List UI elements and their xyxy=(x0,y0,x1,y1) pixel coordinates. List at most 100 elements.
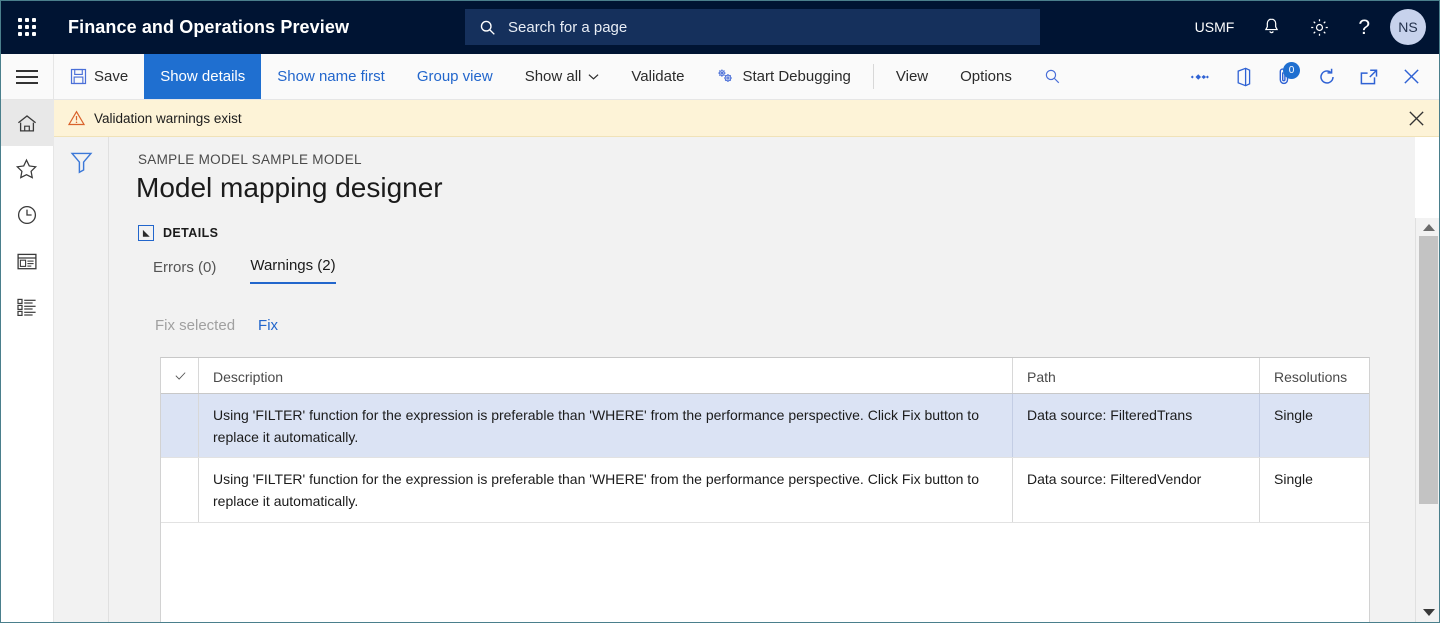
scroll-up-arrow[interactable] xyxy=(1416,218,1440,236)
chevron-down-icon xyxy=(588,73,599,80)
rail-item-workspaces[interactable] xyxy=(0,238,54,284)
vertical-scrollbar[interactable] xyxy=(1415,218,1440,623)
modules-list-icon xyxy=(16,298,36,316)
recent-clock-icon xyxy=(17,205,36,225)
save-button-label: Save xyxy=(94,68,129,85)
command-bar-right-icons: 0 xyxy=(1180,54,1440,99)
command-bar: Save Show details Show name first Group … xyxy=(0,54,1440,100)
rail-item-favorites[interactable] xyxy=(0,146,54,192)
search-icon xyxy=(1045,69,1060,84)
gear-icon xyxy=(1311,18,1329,36)
grid-empty-space xyxy=(161,523,1369,623)
row-checkbox[interactable] xyxy=(161,394,199,458)
main-content-area: SAMPLE MODEL SAMPLE MODEL Model mapping … xyxy=(109,137,1415,623)
filter-pane-column xyxy=(54,137,109,623)
debug-gears-icon xyxy=(718,69,733,82)
warning-triangle-icon xyxy=(68,110,85,126)
navigation-menu-toggle[interactable] xyxy=(0,54,54,99)
tab-errors[interactable]: Errors (0) xyxy=(153,259,216,284)
office-app-icon[interactable] xyxy=(1222,54,1264,100)
popout-icon[interactable] xyxy=(1348,54,1390,100)
rail-item-recent[interactable] xyxy=(0,192,54,238)
row-description: Using 'FILTER' function for the expressi… xyxy=(199,458,1013,522)
tab-warnings[interactable]: Warnings (2) xyxy=(250,257,336,284)
rail-item-home[interactable] xyxy=(0,100,54,146)
settings-button[interactable] xyxy=(1295,0,1344,54)
company-selector[interactable]: USMF xyxy=(1181,0,1249,54)
application-title: Finance and Operations Preview xyxy=(68,16,350,37)
user-avatar[interactable]: NS xyxy=(1390,9,1426,45)
application-window: Finance and Operations Preview Search fo… xyxy=(0,0,1440,623)
checkmark-icon xyxy=(175,371,186,380)
view-menu-button[interactable]: View xyxy=(880,54,944,99)
app-launcher-waffle-icon[interactable] xyxy=(0,0,54,54)
left-navigation-rail xyxy=(0,100,54,623)
row-checkbox[interactable] xyxy=(161,458,199,522)
column-header-path[interactable]: Path xyxy=(1013,358,1260,393)
global-search-box[interactable]: Search for a page xyxy=(465,9,1040,45)
global-search-placeholder: Search for a page xyxy=(508,18,628,36)
section-expander-icon[interactable] xyxy=(138,225,154,241)
command-bar-search-button[interactable] xyxy=(1028,54,1077,99)
share-icon[interactable] xyxy=(1180,54,1222,100)
group-view-button[interactable]: Group view xyxy=(401,54,509,99)
options-menu-button[interactable]: Options xyxy=(944,54,1028,99)
show-details-button[interactable]: Show details xyxy=(144,54,262,99)
show-details-label: Show details xyxy=(160,68,246,85)
row-resolutions: Single xyxy=(1274,471,1313,488)
breadcrumb: SAMPLE MODEL SAMPLE MODEL xyxy=(138,152,362,167)
filter-funnel-icon[interactable] xyxy=(69,150,94,623)
row-path: Data source: FilteredTrans xyxy=(1013,394,1260,458)
start-debugging-button[interactable]: Start Debugging xyxy=(700,54,866,99)
scroll-thumb[interactable] xyxy=(1419,236,1438,504)
save-button[interactable]: Save xyxy=(54,54,144,99)
fix-selected-button[interactable]: Fix selected xyxy=(155,317,235,334)
validation-message-text: Validation warnings exist xyxy=(94,110,242,126)
grid-header-row: Description Path Resolutions xyxy=(161,358,1369,394)
rail-item-modules[interactable] xyxy=(0,284,54,330)
message-bar-close-icon[interactable] xyxy=(1407,109,1426,128)
close-icon[interactable] xyxy=(1390,54,1432,100)
table-row[interactable]: Using 'FILTER' function for the expressi… xyxy=(161,394,1369,459)
validate-label: Validate xyxy=(631,68,685,85)
home-icon xyxy=(17,114,36,132)
row-path: Data source: FilteredVendor xyxy=(1013,458,1260,522)
group-view-label: Group view xyxy=(416,68,493,85)
refresh-icon[interactable] xyxy=(1306,54,1348,100)
page-title: Model mapping designer xyxy=(136,172,443,203)
attachments-icon[interactable]: 0 xyxy=(1264,54,1306,100)
column-header-description[interactable]: Description xyxy=(199,358,1013,393)
scroll-down-arrow[interactable] xyxy=(1416,603,1440,621)
row-description: Using 'FILTER' function for the expressi… xyxy=(199,394,1013,458)
validate-button[interactable]: Validate xyxy=(615,54,700,99)
row-resolutions: Single xyxy=(1274,407,1313,423)
help-button[interactable]: ? xyxy=(1344,0,1384,54)
attachments-count-badge: 0 xyxy=(1283,61,1300,79)
top-navigation-bar: Finance and Operations Preview Search fo… xyxy=(0,0,1440,54)
validation-tabs: Errors (0) Warnings (2) xyxy=(153,257,336,284)
start-debugging-label: Start Debugging xyxy=(742,68,851,85)
save-disk-icon xyxy=(70,68,87,85)
details-section-label: DETAILS xyxy=(163,226,219,240)
show-all-label: Show all xyxy=(524,68,582,85)
workspaces-icon xyxy=(16,253,37,269)
table-row[interactable]: Using 'FILTER' function for the expressi… xyxy=(161,458,1369,523)
warnings-grid: Description Path Resolutions Using 'FILT… xyxy=(160,357,1370,623)
details-section-header[interactable]: DETAILS xyxy=(138,225,218,241)
select-all-column-header[interactable] xyxy=(161,358,199,393)
show-all-dropdown[interactable]: Show all xyxy=(509,54,616,99)
options-label: Options xyxy=(960,68,1012,85)
show-name-first-label: Show name first xyxy=(277,68,385,85)
command-bar-divider xyxy=(872,64,874,89)
view-label: View xyxy=(895,68,929,85)
notifications-button[interactable] xyxy=(1248,0,1295,54)
grid-action-links: Fix selected Fix xyxy=(155,317,278,334)
bell-icon xyxy=(1265,18,1279,34)
fix-button[interactable]: Fix xyxy=(258,317,278,334)
column-header-resolutions[interactable]: Resolutions xyxy=(1260,358,1369,393)
show-name-first-button[interactable]: Show name first xyxy=(261,54,401,99)
top-nav-right-group: USMF ? NS xyxy=(1181,0,1440,54)
search-icon xyxy=(480,20,495,35)
favorites-star-icon xyxy=(15,158,38,179)
validation-message-bar: Validation warnings exist xyxy=(54,100,1440,137)
